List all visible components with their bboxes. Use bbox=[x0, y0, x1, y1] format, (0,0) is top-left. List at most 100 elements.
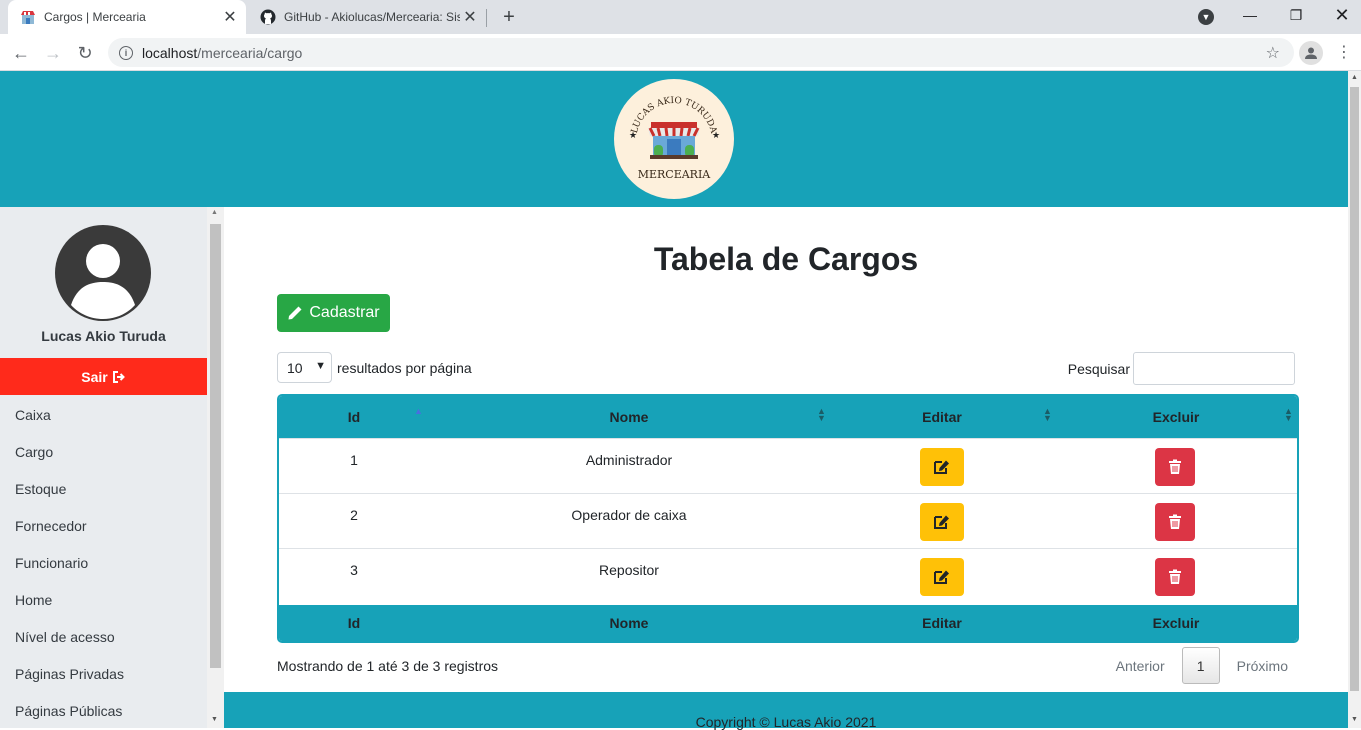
table-info: Mostrando de 1 até 3 de 3 registros bbox=[277, 658, 499, 674]
table-footer: Id Nome Editar Excluir bbox=[279, 605, 1297, 641]
scroll-down-icon[interactable]: ▼ bbox=[1351, 716, 1358, 723]
delete-button[interactable] bbox=[1155, 448, 1195, 486]
table-row: 2 Operador de caixa bbox=[279, 493, 1297, 548]
edit-button[interactable] bbox=[920, 448, 964, 486]
sidebar-item-funcionario[interactable]: Funcionario bbox=[15, 555, 88, 571]
sort-asc-icon: ▲ bbox=[414, 406, 423, 416]
bookmark-star-icon[interactable]: ☆ bbox=[1266, 43, 1280, 63]
menu-kebab-icon[interactable]: ⋮ bbox=[1336, 42, 1352, 62]
close-window-icon[interactable]: ✕ bbox=[1319, 0, 1361, 30]
info-icon[interactable]: i bbox=[119, 45, 133, 60]
cell-nome: Operador de caixa bbox=[571, 507, 687, 523]
scroll-up-icon[interactable]: ▲ bbox=[211, 209, 218, 216]
pagination-page-1[interactable]: 1 bbox=[1181, 647, 1220, 684]
scroll-up-icon[interactable]: ▲ bbox=[1351, 74, 1358, 81]
address-bar[interactable]: i localhost/mercearia/cargo ☆ bbox=[108, 38, 1294, 67]
cell-id: 1 bbox=[350, 452, 358, 468]
minimize-icon[interactable]: — bbox=[1227, 0, 1273, 30]
main-content: Tabela de Cargos Cadastrar 10 ▼ resultad… bbox=[224, 207, 1348, 692]
page-scroll-thumb[interactable] bbox=[1350, 87, 1359, 691]
trash-icon bbox=[1169, 569, 1181, 584]
edit-button[interactable] bbox=[920, 558, 964, 596]
column-header-id[interactable]: Id bbox=[279, 396, 429, 438]
table-header: Id ▲ Nome ▲ ▼ Editar ▲ ▼ Excluir ▲ ▼ bbox=[279, 396, 1297, 438]
footer-header-excluir: Excluir bbox=[1152, 615, 1200, 631]
delete-button[interactable] bbox=[1155, 503, 1195, 541]
cell-id: 3 bbox=[350, 562, 358, 578]
close-tab-icon[interactable]: ✕ bbox=[460, 7, 480, 27]
cell-nome: Administrador bbox=[585, 452, 673, 468]
pagination-prev[interactable]: Anterior bbox=[1116, 658, 1165, 674]
sidebar-item-caixa[interactable]: Caixa bbox=[15, 407, 51, 423]
search-input[interactable] bbox=[1133, 352, 1295, 385]
trash-icon bbox=[1169, 459, 1181, 474]
add-cargo-button[interactable]: Cadastrar bbox=[277, 294, 390, 332]
new-tab-icon[interactable]: + bbox=[497, 5, 521, 29]
sort-both-icon: ▲ ▼ bbox=[817, 406, 826, 423]
edit-button[interactable] bbox=[920, 503, 964, 541]
scroll-down-icon[interactable]: ▼ bbox=[211, 716, 218, 723]
svg-text:★: ★ bbox=[712, 130, 720, 140]
search-label: Pesquisar bbox=[1067, 360, 1130, 377]
edit-icon bbox=[934, 515, 949, 529]
sidebar: Lucas Akio Turuda Sair Caixa Cargo Estoq… bbox=[0, 207, 207, 728]
store-favicon-icon bbox=[20, 9, 36, 25]
trash-icon bbox=[1169, 514, 1181, 529]
browser-tab-inactive[interactable]: GitHub - Akiolucas/Mercearia: Sis ✕ bbox=[248, 0, 486, 34]
reload-icon[interactable]: ↻ bbox=[72, 40, 98, 66]
add-button-label: Cadastrar bbox=[309, 304, 380, 321]
browser-tab-active[interactable]: Cargos | Mercearia ✕ bbox=[8, 0, 246, 34]
edit-icon bbox=[934, 460, 949, 474]
footer-header-editar: Editar bbox=[922, 615, 962, 631]
sidebar-item-nivel-de-acesso[interactable]: Nível de acesso bbox=[15, 629, 115, 645]
page-length-label: resultados por página bbox=[337, 359, 472, 376]
close-tab-icon[interactable]: ✕ bbox=[220, 7, 240, 27]
table-search: Pesquisar bbox=[1068, 352, 1295, 385]
sign-out-icon bbox=[112, 370, 126, 383]
cell-nome: Repositor bbox=[599, 562, 659, 578]
cell-id: 2 bbox=[350, 507, 358, 523]
tab-search-icon[interactable]: ▼ bbox=[1198, 9, 1214, 25]
site-footer: Copyright © Lucas Akio 2021 bbox=[224, 692, 1348, 730]
sidebar-scrollbar[interactable]: ▲ ▼ bbox=[207, 207, 224, 728]
sidebar-item-home[interactable]: Home bbox=[15, 592, 52, 608]
sort-both-icon: ▲ ▼ bbox=[1284, 406, 1293, 423]
browser-tabstrip: Cargos | Mercearia ✕ GitHub - Akiolucas/… bbox=[0, 0, 1361, 34]
logout-label: Sair bbox=[81, 368, 108, 385]
pencil-icon bbox=[287, 305, 303, 321]
sidebar-item-estoque[interactable]: Estoque bbox=[15, 481, 66, 497]
sort-both-icon: ▲ ▼ bbox=[1043, 406, 1052, 423]
account-icon[interactable] bbox=[1299, 41, 1323, 65]
site-header: LUCAS AKIO TURUDA ★ ★ MERCEARIA bbox=[0, 71, 1348, 207]
sidebar-item-paginas-publicas[interactable]: Páginas Públicas bbox=[15, 703, 122, 719]
pagination: Anterior 1 Próximo bbox=[1116, 647, 1288, 684]
footer-header-nome: Nome bbox=[609, 615, 649, 631]
edit-icon bbox=[934, 570, 949, 584]
back-arrow-icon[interactable]: ← bbox=[8, 40, 34, 66]
logout-button[interactable]: Sair bbox=[0, 358, 207, 395]
sidebar-item-cargo[interactable]: Cargo bbox=[15, 444, 53, 460]
tab-separator bbox=[486, 9, 487, 27]
restore-icon[interactable]: ❐ bbox=[1273, 0, 1319, 30]
delete-button[interactable] bbox=[1155, 558, 1195, 596]
cargos-table: Id ▲ Nome ▲ ▼ Editar ▲ ▼ Excluir ▲ ▼ 1 Admi… bbox=[277, 394, 1299, 643]
user-name: Lucas Akio Turuda bbox=[41, 328, 166, 344]
tab-title: Cargos | Mercearia bbox=[44, 10, 146, 24]
column-header-editar[interactable]: Editar bbox=[829, 396, 1055, 438]
sidebar-item-paginas-privadas[interactable]: Páginas Privadas bbox=[15, 666, 124, 682]
sidebar-item-fornecedor[interactable]: Fornecedor bbox=[15, 518, 87, 534]
forward-arrow-icon[interactable]: → bbox=[40, 40, 66, 66]
page-length-value: 10 bbox=[287, 359, 303, 376]
page-length-select[interactable]: 10 ▼ bbox=[277, 352, 332, 383]
mercearia-logo[interactable]: LUCAS AKIO TURUDA ★ ★ MERCEARIA bbox=[614, 79, 734, 199]
pagination-next[interactable]: Próximo bbox=[1237, 658, 1288, 674]
page-scrollbar[interactable]: ▲ ▼ bbox=[1348, 71, 1361, 728]
sidebar-scroll-thumb[interactable] bbox=[210, 224, 221, 668]
column-header-nome[interactable]: Nome bbox=[429, 396, 829, 438]
column-header-excluir[interactable]: Excluir bbox=[1055, 396, 1297, 438]
url-host: localhost bbox=[142, 44, 198, 61]
footer-header-id: Id bbox=[347, 615, 361, 631]
logo-bottom-text: MERCEARIA bbox=[638, 168, 712, 181]
tab-title: GitHub - Akiolucas/Mercearia: Sis bbox=[284, 10, 460, 24]
table-row: 1 Administrador bbox=[279, 438, 1297, 493]
